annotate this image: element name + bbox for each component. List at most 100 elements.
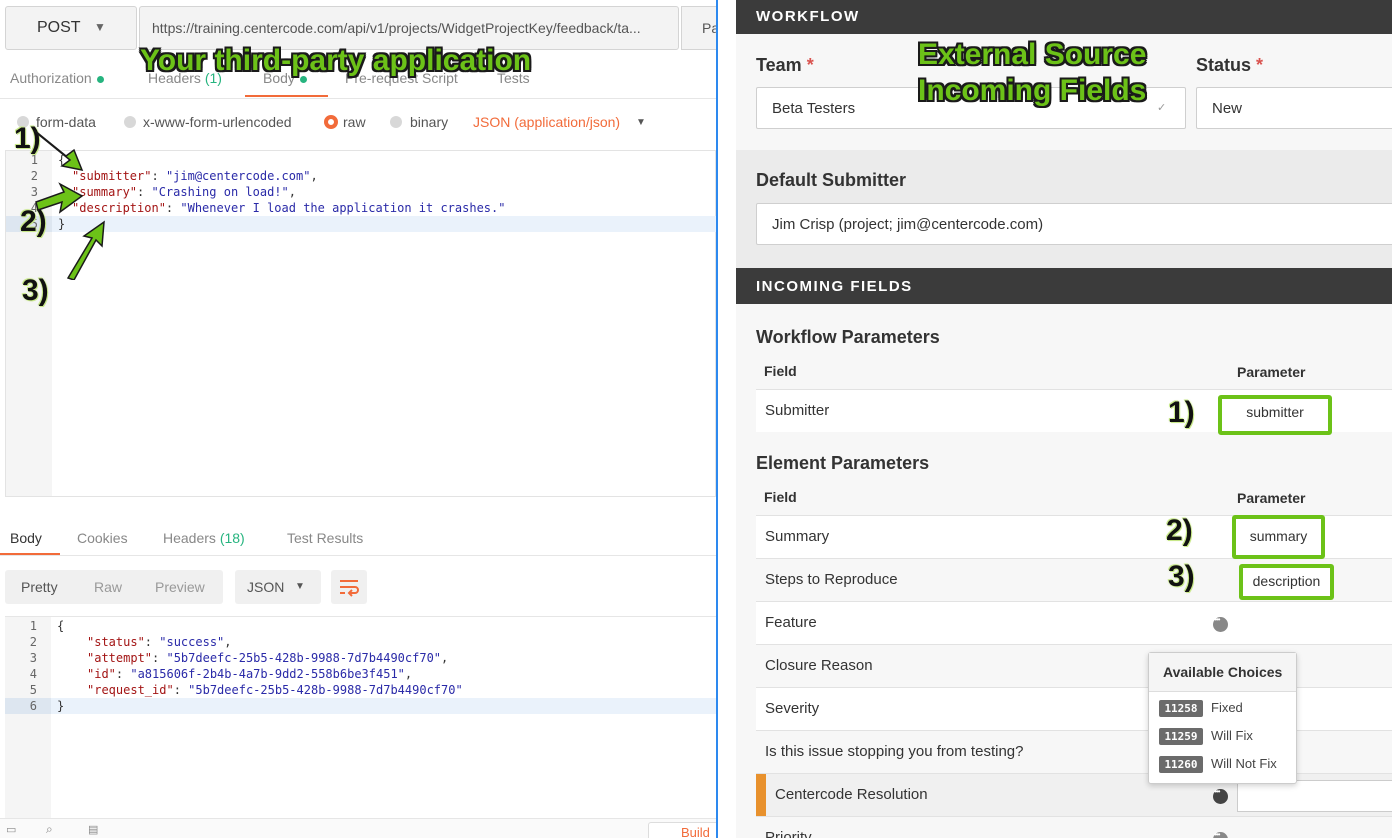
radio-binary[interactable] <box>390 116 402 128</box>
code-line: } <box>57 699 65 713</box>
search-icon[interactable]: ⌕ <box>46 822 53 837</box>
choice-id-badge: 11258 <box>1159 700 1203 717</box>
wrap-icon <box>340 580 359 597</box>
params-button[interactable]: Pa <box>681 6 716 50</box>
status-select[interactable]: New <box>1196 87 1392 129</box>
popover-header: Available Choices <box>1149 653 1296 692</box>
code-line: "id": "a815606f-2b4b-4a7b-9dd2-558b6be3f… <box>87 667 413 681</box>
required-mark: * <box>1256 55 1264 75</box>
default-submitter-label: Default Submitter <box>756 170 907 190</box>
col-parameter: Parameter <box>1237 364 1306 380</box>
chevron-down-icon: ✓ <box>1157 102 1167 114</box>
json-key: "attempt" <box>87 651 153 665</box>
wrap-lines-button[interactable] <box>331 570 367 604</box>
annotation-third-party-title: Your third-party application <box>140 44 532 77</box>
json-value: "5b7deefc-25b5-428b-9988-7d7b4490cf70" <box>188 683 463 697</box>
tab-count: (18) <box>219 530 245 546</box>
tab-response-headers[interactable]: Headers (18) <box>163 530 245 546</box>
parameter-input-submitter[interactable]: submitter <box>1218 395 1332 435</box>
chevron-down-icon: ▼ <box>295 581 305 592</box>
active-tab-indicator <box>245 95 328 97</box>
build-button[interactable]: Build <box>648 822 716 838</box>
radio-raw[interactable] <box>324 115 338 129</box>
pretty-button[interactable]: Pretty <box>21 579 58 595</box>
format-group: Pretty Raw Preview <box>5 570 223 604</box>
default-submitter-select[interactable]: Jim Crisp (project; jim@centercode.com) <box>756 203 1392 245</box>
raw-button[interactable]: Raw <box>94 579 122 595</box>
tab-test-results[interactable]: Test Results <box>287 530 363 546</box>
annotation-number-1: 1) <box>1168 396 1195 429</box>
code-line: "attempt": "5b7deefc-25b5-428b-9988-7d7b… <box>87 651 449 665</box>
choice-id-badge: 11259 <box>1159 728 1203 745</box>
parameter-input-resolution[interactable] <box>1237 780 1392 812</box>
response-body-viewer[interactable]: 1 { 2 "status": "success", 3 "attempt": … <box>5 616 716 838</box>
workflow-parameters-title: Workflow Parameters <box>756 327 940 347</box>
params-label: Pa <box>702 20 716 36</box>
col-field: Field <box>764 489 797 505</box>
sidebar-toggle-icon[interactable]: ▭ <box>6 823 16 836</box>
more-icon[interactable] <box>1213 787 1228 804</box>
row-marker <box>756 774 766 816</box>
active-line-highlight <box>51 698 716 714</box>
field-label: Priority <box>765 829 812 838</box>
field-label: Feature <box>765 614 817 631</box>
console-icon[interactable]: ▤ <box>88 823 98 836</box>
field-label: Closure Reason <box>765 657 873 674</box>
incoming-fields-header: INCOMING FIELDS <box>736 268 1392 304</box>
tab-authorization[interactable]: Authorization <box>10 70 104 86</box>
tab-response-body[interactable]: Body <box>10 530 42 546</box>
option-form-data-label: form-data <box>36 114 96 130</box>
line-number: 5 <box>29 683 37 697</box>
json-key: "id" <box>87 667 116 681</box>
preview-button[interactable]: Preview <box>155 579 205 595</box>
popover-title: Available Choices <box>1163 664 1283 680</box>
col-field: Field <box>764 363 797 379</box>
select-value: JSON <box>247 579 285 595</box>
code-line: "request_id": "5b7deefc-25b5-428b-9988-7… <box>87 683 463 697</box>
centercode-config-pane: WORKFLOW Team * Beta Testers ✓ Status * … <box>736 0 1392 838</box>
line-number: 4 <box>29 667 37 681</box>
more-icon[interactable] <box>1213 615 1228 632</box>
workflow-header: WORKFLOW <box>736 0 1392 34</box>
option-binary-label: binary <box>410 114 449 130</box>
section-heading: WORKFLOW <box>756 8 860 25</box>
parameter-input-description[interactable]: description <box>1239 564 1334 600</box>
parameter-input-summary[interactable]: summary <box>1232 515 1325 559</box>
annotation-number-3: 3) <box>1168 560 1195 593</box>
status-label: Status * <box>1196 55 1263 76</box>
parameter-value: submitter <box>1246 404 1304 420</box>
line-number: 1 <box>29 619 37 633</box>
select-value: Beta Testers <box>772 100 856 117</box>
choice-label: Fixed <box>1211 700 1243 715</box>
line-number: 3 <box>29 651 37 665</box>
response-format-select[interactable]: JSON ▼ <box>235 570 321 604</box>
content-type-select[interactable]: JSON (application/json) <box>473 114 620 130</box>
json-value: "Crashing on load!" <box>151 185 289 199</box>
json-value: "Whenever I load the application it cras… <box>180 201 506 215</box>
code-line: "description": "Whenever I load the appl… <box>72 201 506 215</box>
active-line-highlight <box>52 216 716 232</box>
chevron-down-icon[interactable]: ▼ <box>636 117 646 128</box>
annotation-incoming-fields: Incoming Fields <box>918 74 1147 107</box>
annotation-external-source: External Source <box>918 38 1147 71</box>
chevron-down-icon: ▼ <box>94 20 106 34</box>
status-bar: ▭ ⌕ ▤ <box>0 818 716 838</box>
table-row: Priority <box>756 816 1392 838</box>
method-select[interactable]: POST ▼ <box>5 6 137 50</box>
label-text: Team <box>756 55 802 75</box>
element-parameters-title: Element Parameters <box>756 453 930 473</box>
parameter-value: description <box>1252 573 1321 589</box>
radio-urlencoded[interactable] <box>124 116 136 128</box>
field-label: Submitter <box>765 402 830 419</box>
status-dot-icon <box>96 75 104 83</box>
required-mark: * <box>806 55 814 75</box>
select-value: Jim Crisp (project; jim@centercode.com) <box>772 216 1044 233</box>
json-key: "request_id" <box>87 683 174 697</box>
annotation-number-2: 2) <box>1166 514 1193 547</box>
field-label: Summary <box>765 528 830 545</box>
choice-label: Will Not Fix <box>1211 756 1277 771</box>
parameter-value: summary <box>1249 528 1308 544</box>
section-heading: INCOMING FIELDS <box>756 278 913 295</box>
tab-cookies[interactable]: Cookies <box>77 530 128 546</box>
field-label: Severity <box>765 700 820 717</box>
